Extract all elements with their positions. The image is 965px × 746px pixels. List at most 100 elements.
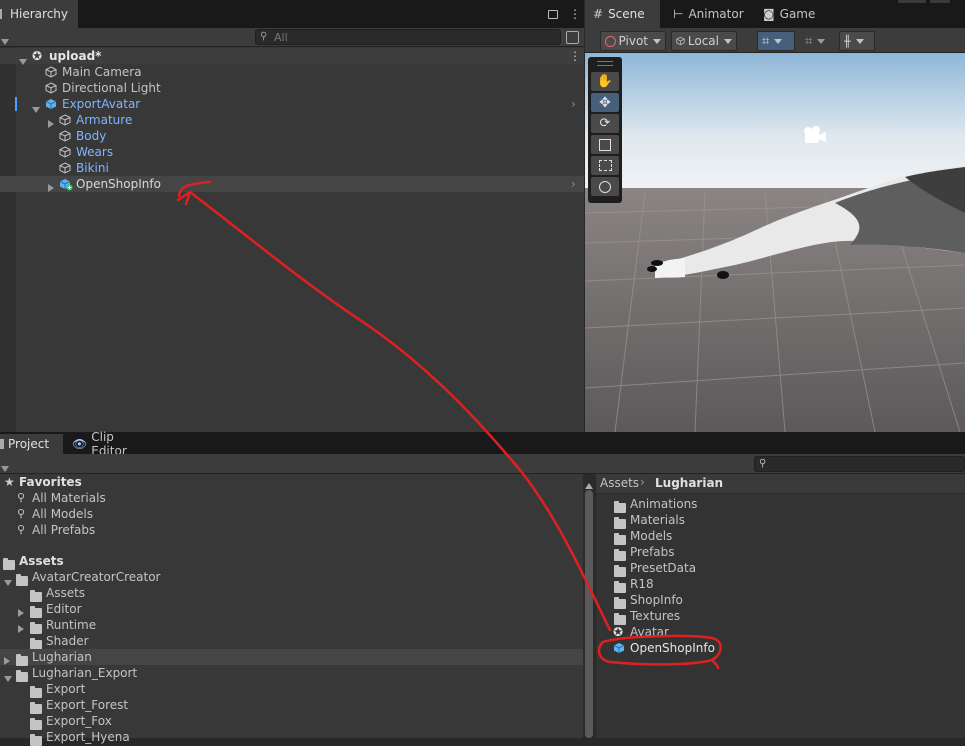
tree-item-export-fox[interactable]: Export_Fox [0,713,583,730]
scene-toolbar: Pivot Local ⌗ ⌗ ╫ [585,28,965,53]
hierarchy-item-directional-light[interactable]: Directional Light [0,80,584,96]
tree-scrollbar[interactable] [583,474,595,738]
more-options-icon[interactable]: ⋮ [569,8,581,20]
tree-item-export-forest[interactable]: Export_Forest [0,697,583,714]
favorites-item[interactable]: ⚲ All Models [0,506,583,522]
tree-item-assets[interactable]: Assets [0,585,583,602]
asset-item-materials[interactable]: Materials [596,512,965,529]
tree-item-runtime[interactable]: Runtime [0,617,583,634]
hierarchy-item-main-camera[interactable]: Main Camera [0,64,584,80]
scene-menu-icon[interactable]: ⋮ [569,48,581,64]
favorites-header[interactable]: ★ Favorites [0,474,583,490]
tab-hierarchy[interactable]: Hierarchy [0,0,78,28]
hierarchy-item-body[interactable]: Body [0,128,584,144]
ruler-snap-button[interactable]: ╫ [839,31,875,51]
project-folder-tree: ★ Favorites ⚲ All Materials ⚲ All Models… [0,474,583,746]
window-button[interactable] [930,0,950,3]
incremental-snap-button[interactable]: ⌗ [800,31,836,51]
hierarchy-item-bikini[interactable]: Bikini [0,160,584,176]
asset-item-openshopinfo[interactable]: OpenShopInfo [596,640,965,656]
tab-clip-editor[interactable]: 👁 Clip Editor [64,430,154,458]
animator-icon: ⊢ [673,7,684,21]
tab-animator[interactable]: ⊢ Animator [665,0,753,28]
tree-item-export[interactable]: Export [0,681,583,698]
tree-item-label: Export_Forest [46,698,129,712]
project-toolbar: ⚲ [0,454,965,474]
hierarchy-item-wears[interactable]: Wears [0,144,584,160]
asset-item-shopinfo[interactable]: ShopInfo [596,592,965,609]
gameobject-cube-icon [59,162,71,174]
lock-icon[interactable] [548,10,558,19]
pivot-label: Pivot [618,34,648,48]
gameobject-cube-icon [59,114,71,126]
tab-project[interactable]: Project [0,434,63,454]
grid-snap-toggle-button[interactable]: ⌗ [757,31,795,51]
window-button[interactable] [898,0,926,3]
tree-item-label: Runtime [46,618,97,632]
scale-tool-button[interactable] [591,135,619,154]
prefab-cube-icon [613,643,625,653]
tree-item-shader[interactable]: Shader [0,633,583,650]
hierarchy-item-armature[interactable]: Armature [0,112,584,128]
hierarchy-item-label: Armature [76,113,133,127]
search-icon: ⚲ [759,458,767,469]
hierarchy-item-label: Directional Light [62,81,161,95]
dropdown-caret-icon [724,38,732,44]
hierarchy-item-label: Wears [76,145,114,159]
tab-game[interactable]: ◙ Game [755,0,825,28]
rect-tool-button[interactable] [591,156,619,175]
open-prefab-chevron-icon[interactable]: › [571,176,576,192]
rotate-tool-button[interactable]: ⟳ [591,114,619,133]
asset-item-label: ShopInfo [630,593,683,607]
create-dropdown-icon[interactable] [1,461,9,475]
expand-icon[interactable] [48,180,54,196]
tree-item-lugharian[interactable]: Lugharian [0,649,583,666]
asset-item-animations[interactable]: Animations [596,496,965,513]
favorites-item[interactable]: ⚲ All Prefabs [0,522,583,538]
search-options-icon[interactable] [566,31,579,44]
gameobject-cube-icon [59,146,71,158]
tab-scene[interactable]: # Scene [585,0,660,28]
tree-item-editor[interactable]: Editor [0,601,583,618]
assets-root[interactable]: Assets [0,553,583,570]
project-search-input[interactable]: ⚲ [754,456,965,472]
tree-item-lugharian-export[interactable]: Lugharian_Export [0,665,583,682]
unity-scene-icon: ✪ [32,49,43,63]
transform-tool-button[interactable] [591,177,619,196]
open-prefab-chevron-icon[interactable]: › [571,96,576,112]
gameobject-cube-icon [45,82,57,94]
prefab-override-marker [15,97,17,111]
dropdown-caret-icon [774,38,783,44]
breadcrumb-current[interactable]: Lugharian [655,476,723,490]
tree-item-export-hyena[interactable]: Export_Hyena [0,729,583,746]
hierarchy-item-export-avatar[interactable]: ExportAvatar › [0,96,584,113]
tree-item-avatarcreatorcreator[interactable]: AvatarCreatorCreator [0,569,583,586]
asset-item-r18[interactable]: R18 [596,576,965,593]
hierarchy-item-open-shop-info[interactable]: OpenShopInfo › [0,176,584,192]
hand-tool-button[interactable]: ✋ [591,72,619,91]
move-tool-button[interactable]: ✥ [591,93,619,112]
rotate-icon: ⟳ [599,116,611,131]
asset-item-presetdata[interactable]: PresetData [596,560,965,577]
scrollbar-thumb[interactable] [585,490,593,738]
pivot-toggle-button[interactable]: Pivot [600,31,666,51]
tree-item-label: Lugharian [32,650,92,664]
breadcrumb-assets[interactable]: Assets [600,476,639,490]
tree-item-label: Assets [46,586,86,600]
create-dropdown-icon[interactable] [1,34,9,48]
search-icon: ⚲ [260,31,268,42]
tool-strip-grip-icon[interactable] [597,61,613,66]
asset-item-avatar[interactable]: ✪ Avatar [596,624,965,640]
local-toggle-button[interactable]: Local [671,31,737,51]
local-label: Local [687,34,719,48]
scale-icon [599,138,611,151]
favorites-item[interactable]: ⚲ All Materials [0,490,583,506]
scene-row[interactable]: ✪ upload* ⋮ [0,48,584,65]
hierarchy-search-input[interactable]: ⚲ All [255,29,561,45]
asset-item-textures[interactable]: Textures [596,608,965,625]
scene-viewport[interactable]: ✋ ✥ ⟳ [585,53,965,432]
hierarchy-item-label: Main Camera [62,65,142,79]
asset-item-prefabs[interactable]: Prefabs [596,544,965,561]
tree-item-label: Lugharian_Export [32,666,138,680]
asset-item-models[interactable]: Models [596,528,965,545]
